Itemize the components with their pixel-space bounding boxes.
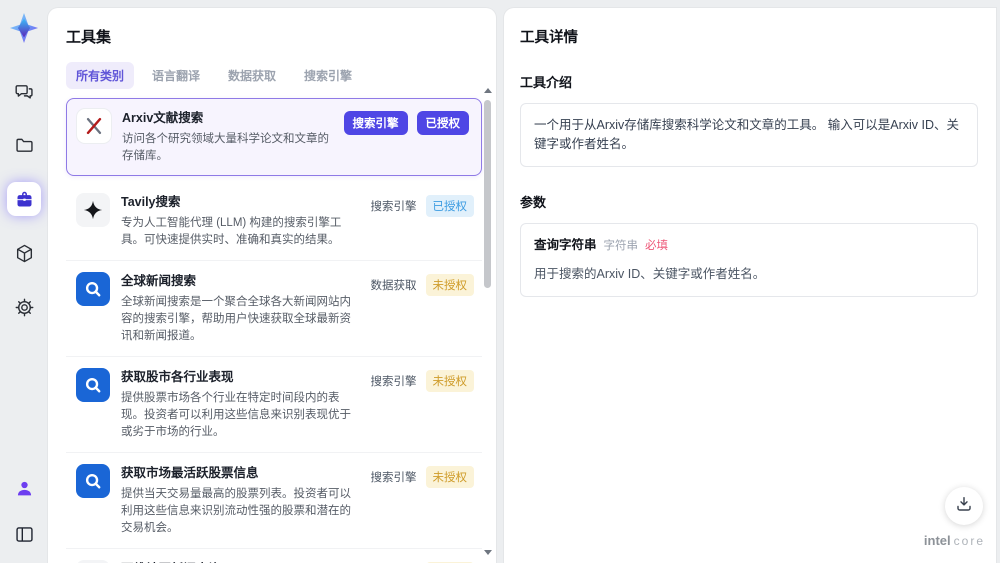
tool-description: 提供当天交易量最高的股票列表。投资者可以利用这些信息来识别流动性强的股票和潜在的…	[121, 488, 351, 534]
param-required-badge: 必填	[645, 240, 669, 252]
sidebar-bottom	[7, 471, 41, 551]
tab-0[interactable]: 所有类别	[66, 62, 135, 89]
blue-search-icon	[76, 464, 110, 498]
tool-description: 专为人工智能代理 (LLM) 构建的搜索引擎工具。可快速提供实时、准确和真实的结…	[121, 217, 342, 246]
app-window: 工具集 所有类别 语言翻译 数据获取 搜索引擎 Arxiv文献搜索 访问各个研究领域大量…	[0, 0, 1000, 563]
category-badge: 搜索引擎	[370, 201, 417, 213]
cube-icon[interactable]	[7, 236, 41, 270]
intro-text: 一个用于从Arxiv存储库搜索科学论文和文章的工具。 输入可以是Arxiv ID…	[534, 118, 960, 151]
status-badge: 未授权	[425, 274, 474, 296]
chat-icon[interactable]	[7, 74, 41, 108]
status-badge: 已授权	[416, 111, 469, 135]
tool-card-5[interactable]: 万维地区新闻查询查询具体行政区划内的新闻，快速了解各地新闻动搜索引擎未授权	[66, 549, 482, 563]
blue-search-icon	[76, 368, 110, 402]
core-logo-text: core	[953, 534, 985, 548]
tool-card-4[interactable]: 获取市场最活跃股票信息提供当天交易量最高的股票列表。投资者可以利用这些信息来识别…	[66, 453, 482, 549]
list-scrollbar[interactable]	[483, 88, 493, 555]
status-badge: 未授权	[425, 370, 474, 392]
status-badge: 未授权	[425, 466, 474, 488]
tool-card-0[interactable]: Arxiv文献搜索访问各个研究领域大量科学论文和文章的存储库。 搜索引擎 已授权	[66, 98, 482, 176]
tool-badges: 数据获取 未授权	[371, 274, 479, 296]
tool-card-2[interactable]: 全球新闻搜索全球新闻搜索是一个聚合全球各大新闻网站内容的搜索引擎，帮助用户快速获…	[66, 261, 482, 357]
param-name: 查询字符串	[534, 238, 597, 252]
download-button[interactable]	[945, 487, 983, 525]
tool-description: 访问各个研究领域大量科学论文和文章的存储库。	[122, 133, 329, 162]
scroll-down-icon[interactable]	[484, 550, 492, 555]
settings-gear-icon[interactable]	[7, 290, 41, 324]
tool-card-3[interactable]: 获取股市各行业表现提供股票市场各个行业在特定时间段内的表现。投资者可以利用这些信…	[66, 357, 482, 453]
sidebar	[0, 0, 48, 563]
scroll-up-icon[interactable]	[484, 88, 492, 93]
tool-description: 提供股票市场各个行业在特定时间段内的表现。投资者可以利用这些信息来识别表现优于或…	[121, 392, 351, 438]
tab-2[interactable]: 数据获取	[218, 62, 286, 89]
tool-name: 获取市场最活跃股票信息	[121, 466, 259, 480]
category-tabs: 所有类别 语言翻译 数据获取 搜索引擎	[66, 62, 482, 89]
scrollbar-thumb[interactable]	[484, 100, 491, 288]
tool-name: 获取股市各行业表现	[121, 370, 234, 384]
intro-box: 一个用于从Arxiv存储库搜索科学论文和文章的工具。 输入可以是Arxiv ID…	[520, 103, 978, 167]
category-badge: 搜索引擎	[343, 111, 408, 135]
panel-toggle-icon[interactable]	[7, 517, 41, 551]
param-header: 查询字符串 字符串 必填	[534, 236, 964, 256]
tool-badges: 搜索引擎 已授权	[343, 111, 474, 135]
tool-name: Tavily搜索	[121, 195, 181, 209]
category-badge: 搜索引擎	[370, 376, 417, 388]
arxiv-icon	[77, 109, 111, 143]
sparkle-icon	[76, 193, 110, 227]
intro-heading: 工具介绍	[520, 75, 573, 90]
tab-1[interactable]: 语言翻译	[142, 62, 210, 89]
tool-details-panel: 工具详情 工具介绍 一个用于从Arxiv存储库搜索科学论文和文章的工具。 输入可…	[504, 8, 996, 563]
tool-description: 全球新闻搜索是一个聚合全球各大新闻网站内容的搜索引擎，帮助用户快速获取全球最新资…	[121, 296, 351, 342]
param-description: 用于搜索的Arxiv ID、关键字或作者姓名。	[534, 267, 766, 281]
intel-logo-text: intel	[923, 533, 951, 548]
status-badge: 已授权	[425, 195, 474, 217]
tool-name: Arxiv文献搜索	[122, 111, 204, 125]
tool-badges: 搜索引擎 已授权	[371, 195, 479, 217]
tool-card-1[interactable]: Tavily搜索专为人工智能代理 (LLM) 构建的搜索引擎工具。可快速提供实时…	[66, 182, 482, 261]
app-logo-icon	[8, 10, 40, 46]
tool-cards-list: Arxiv文献搜索 访问各个研究领域大量科学论文和文章的存储库。 搜索引擎 已授权 Ta…	[66, 98, 482, 563]
tool-name: 全球新闻搜索	[121, 274, 197, 288]
tool-badges: 搜索引擎未授权	[371, 370, 479, 392]
param-box: 查询字符串 字符串 必填 用于搜索的Arxiv ID、关键字或作者姓名。	[520, 223, 978, 297]
category-badge: 数据获取	[370, 280, 417, 292]
details-title: 工具详情	[520, 30, 578, 46]
tool-list-panel: 工具集 所有类别 语言翻译 数据获取 搜索引擎 Arxiv文献搜索 访问各个研究领域大量…	[48, 8, 496, 563]
param-type: 字符串	[603, 240, 639, 252]
category-badge: 搜索引擎	[370, 472, 417, 484]
sidebar-nav	[7, 74, 41, 324]
download-icon	[954, 494, 974, 519]
blue-search-icon	[76, 272, 110, 306]
folder-icon[interactable]	[7, 128, 41, 162]
avatar-icon[interactable]	[7, 471, 41, 505]
tab-3[interactable]: 搜索引擎	[294, 62, 362, 89]
toolbox-icon[interactable]	[7, 182, 41, 216]
intel-core-logo: intel core	[924, 533, 985, 548]
params-heading: 参数	[520, 195, 547, 210]
tool-badges: 搜索引擎未授权	[371, 466, 479, 488]
page-title: 工具集	[66, 29, 112, 46]
